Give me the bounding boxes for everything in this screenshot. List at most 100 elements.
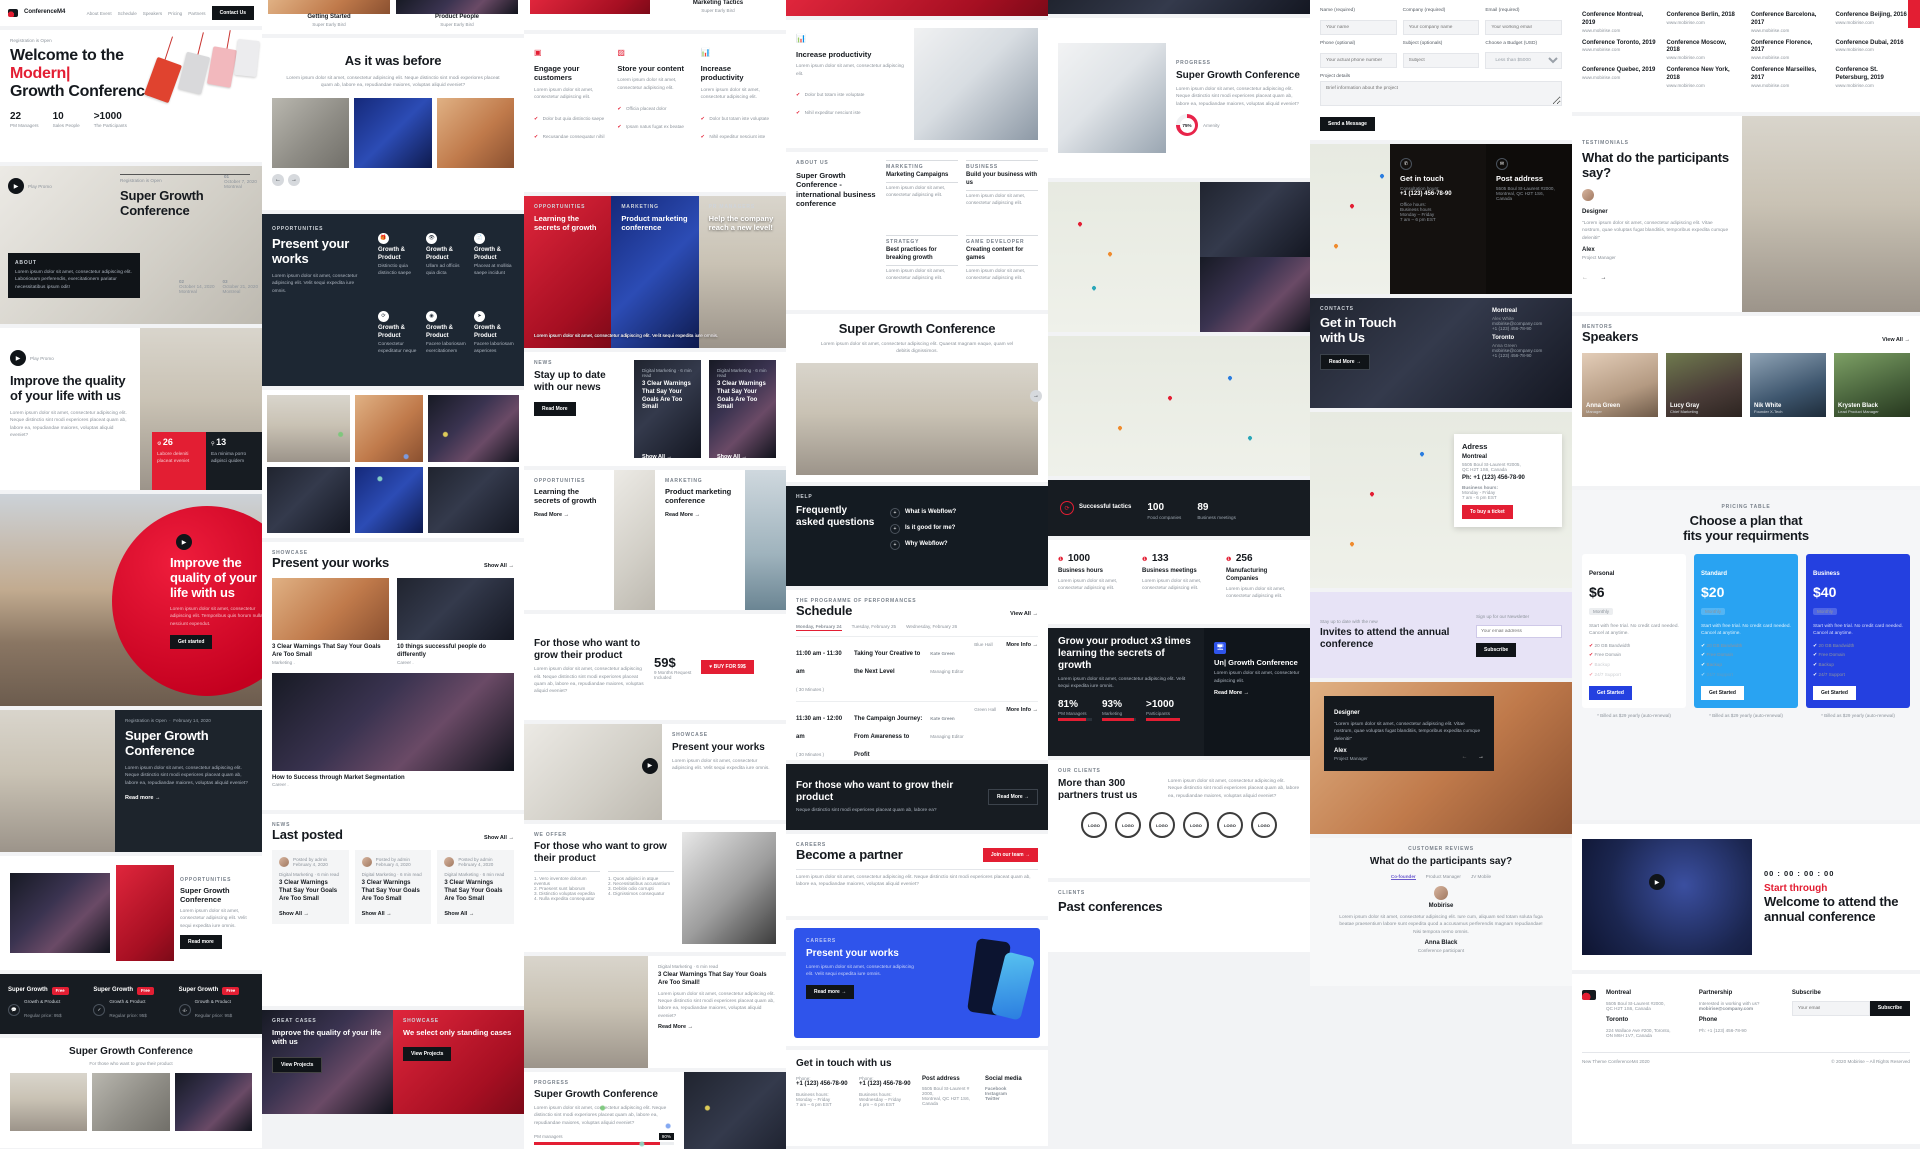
conference-url[interactable]: www.mobirise.com <box>1836 20 1911 25</box>
conference-url[interactable]: www.mobirise.com <box>1751 28 1826 33</box>
big-map-section[interactable]: Adress Montreal 5505 Boul St-Laurent #20… <box>1310 412 1572 588</box>
promo-card-red[interactable]: OPPORTUNITIES Learning the secrets of gr… <box>524 196 611 348</box>
blog-card-wide[interactable]: How to Success through Market Segmentati… <box>272 673 514 788</box>
speaker-card[interactable]: Nik WhiteFounder X-Tech <box>1750 353 1826 417</box>
blog-card[interactable]: 3 Clear Warnings That Say Your Goals Are… <box>272 578 389 665</box>
view-projects-button[interactable]: View Projects <box>272 1057 322 1073</box>
more-info-link[interactable]: More Info → <box>1006 707 1038 713</box>
get-started-button[interactable]: Get started <box>170 635 212 649</box>
prev-arrow-button[interactable]: ← <box>1462 754 1468 760</box>
phone-link[interactable]: +1 (123) 456-78-90 <box>1492 353 1562 358</box>
nav-item-pricing[interactable]: Pricing <box>168 11 182 16</box>
conference-item[interactable]: Conference St. Petersburg, 2019www.mobir… <box>1836 67 1911 88</box>
prev-arrow-button[interactable]: ← <box>1582 275 1588 281</box>
read-more-button[interactable]: Read more → <box>806 985 854 999</box>
play-promo-button[interactable]: ▶ <box>8 178 24 194</box>
conference-item[interactable]: Conference Barcelona, 2017www.mobirise.c… <box>1751 12 1826 33</box>
panel-item[interactable]: 📄Growth & ProductPlaceat at mollitia sae… <box>474 226 514 296</box>
phone-link[interactable]: Ph: +1 (123) 456-78-90 <box>1699 1028 1782 1033</box>
read-more-button[interactable]: Read More → <box>988 789 1038 805</box>
contact-us-button[interactable]: Contact Us <box>212 6 254 20</box>
conference-item[interactable]: Conference Marseilles, 2017www.mobirise.… <box>1751 67 1826 88</box>
conference-url[interactable]: www.mobirise.com <box>1667 55 1742 60</box>
ticket-item[interactable]: Super GrowthFree 💬 Growth & ProductRegul… <box>8 987 83 1022</box>
conference-url[interactable]: www.mobirise.com <box>1667 83 1742 88</box>
schedule-row[interactable]: 11:00 am - 11:30 am( 30 Minutes ) Taking… <box>796 636 1038 701</box>
view-projects-button[interactable]: View Projects <box>403 1047 451 1061</box>
email-link[interactable]: mobirise@company.com <box>1699 1006 1782 1011</box>
phone-input[interactable] <box>1320 53 1397 68</box>
conference-url[interactable]: www.mobirise.com <box>1582 75 1657 80</box>
subject-input[interactable] <box>1403 53 1480 68</box>
reviews-tab[interactable]: Product Manager <box>1426 874 1461 880</box>
panel-item[interactable]: 👁Growth & ProductUllam ad officiis quia … <box>426 226 466 296</box>
conference-item[interactable]: Conference Moscow, 2018www.mobirise.com <box>1667 40 1742 61</box>
play-button[interactable]: ▶ <box>642 758 658 774</box>
speaker-card[interactable]: Anna GreenManager <box>1582 353 1658 417</box>
faq-item[interactable]: +Why Webflow? <box>890 537 1038 553</box>
read-more-link[interactable]: Read more → <box>125 795 252 801</box>
carousel-prev-button[interactable]: ← <box>272 174 284 186</box>
social-link-twitter[interactable]: Twitter <box>985 1096 1038 1101</box>
read-more-button[interactable]: Read more <box>180 935 222 949</box>
phone-link[interactable]: +1 (123) 456-78-90 <box>1492 326 1562 331</box>
more-info-link[interactable]: More Info → <box>1006 642 1038 648</box>
post-card[interactable]: Posted by adminFebruary 4, 2020 Digital … <box>437 850 514 924</box>
newsletter-email-input[interactable] <box>1476 625 1562 638</box>
nav-item-partners[interactable]: Partners <box>188 11 205 16</box>
show-all-link[interactable]: Show All → <box>484 563 514 569</box>
carousel-next-button[interactable]: → <box>288 174 300 186</box>
budget-select[interactable]: Less than $5000 <box>1485 52 1562 69</box>
next-arrow-button[interactable]: → <box>1600 275 1606 281</box>
conference-item[interactable]: Conference New York, 2018www.mobirise.co… <box>1667 67 1742 88</box>
play-button[interactable]: ▶ <box>176 534 192 550</box>
conference-url[interactable]: www.mobirise.com <box>1582 47 1657 52</box>
panel-item[interactable]: ◉Growth & ProductFacere laboriosam exerc… <box>426 304 466 374</box>
project-details-textarea[interactable] <box>1320 81 1562 106</box>
carousel-next-button[interactable]: → <box>1030 390 1042 402</box>
reviews-tab[interactable]: JV Mobile <box>1471 874 1491 880</box>
play-promo-button[interactable]: ▶ <box>10 350 26 366</box>
conference-url[interactable]: www.mobirise.com <box>1582 28 1657 33</box>
news-card[interactable]: Digital Marketing · 6 min read 3 Clear W… <box>634 360 701 458</box>
buy-ticket-button[interactable]: To buy a ticket <box>1462 505 1513 519</box>
panel-item[interactable]: ➤Growth & ProductFacere laboriosam asper… <box>474 304 514 374</box>
reviews-tab-active[interactable]: Co-founder <box>1391 874 1416 880</box>
speaker-card[interactable]: Krysten BlackLead Product Manager <box>1834 353 1910 417</box>
speaker-card[interactable]: Lucy GrayChief Marketing <box>1666 353 1742 417</box>
conference-url[interactable]: www.mobirise.com <box>1751 83 1826 88</box>
footer-email-input[interactable] <box>1792 1001 1870 1016</box>
read-more-button[interactable]: Read More <box>534 402 576 416</box>
conference-url[interactable]: www.mobirise.com <box>1836 83 1911 88</box>
name-input[interactable] <box>1320 20 1397 35</box>
read-more-link[interactable]: Read More → <box>658 1024 776 1030</box>
buy-button[interactable]: ♥ BUY FOR 59$ <box>701 660 754 674</box>
faq-item[interactable]: +What is Webflow? <box>890 505 1038 521</box>
conference-item[interactable]: Conference Beijing, 2016www.mobirise.com <box>1836 12 1911 33</box>
panel-item[interactable]: ⟳Growth & ProductConsectetur expeditatur… <box>378 304 418 374</box>
conference-item[interactable]: Conference Dubai, 2016www.mobirise.com <box>1836 40 1911 61</box>
ticket-item[interactable]: Super GrowthFree ‹/› Growth & ProductReg… <box>179 987 254 1022</box>
read-more-link[interactable]: Read More → <box>665 512 735 518</box>
news-card[interactable]: Digital Marketing · 6 min read 3 Clear W… <box>709 360 776 458</box>
show-all-link[interactable]: Show All → <box>484 835 514 841</box>
ticket-item[interactable]: Super GrowthFree ✓ Growth & ProductRegul… <box>93 987 168 1022</box>
send-message-button[interactable]: Send a Message <box>1320 117 1375 131</box>
get-started-button[interactable]: Get Started <box>1701 686 1744 700</box>
conference-url[interactable]: www.mobirise.com <box>1836 47 1911 52</box>
schedule-tab[interactable]: Tuesday, February 25 <box>852 624 896 631</box>
get-started-button[interactable]: Get Started <box>1589 686 1632 700</box>
show-all-link[interactable]: Show All → <box>444 911 507 917</box>
conference-item[interactable]: Conference Toronto, 2019www.mobirise.com <box>1582 40 1657 61</box>
show-all-link[interactable]: Show All → <box>717 454 747 460</box>
show-all-link[interactable]: Show All → <box>642 454 672 460</box>
conference-url[interactable]: www.mobirise.com <box>1667 20 1742 25</box>
read-more-link[interactable]: Read More → <box>534 512 604 518</box>
schedule-row[interactable]: 11:30 am - 12:00 am( 30 Minutes ) The Ca… <box>796 701 1038 760</box>
map-wide[interactable] <box>1048 336 1310 476</box>
phone-number[interactable]: +1 (123) 456-78-90 <box>1400 191 1476 199</box>
map[interactable] <box>1310 144 1390 294</box>
join-team-button[interactable]: Join our team → <box>983 848 1038 862</box>
post-card[interactable]: Posted by adminFebruary 4, 2020 Digital … <box>355 850 432 924</box>
read-more-button[interactable]: Read More → <box>1320 354 1370 370</box>
